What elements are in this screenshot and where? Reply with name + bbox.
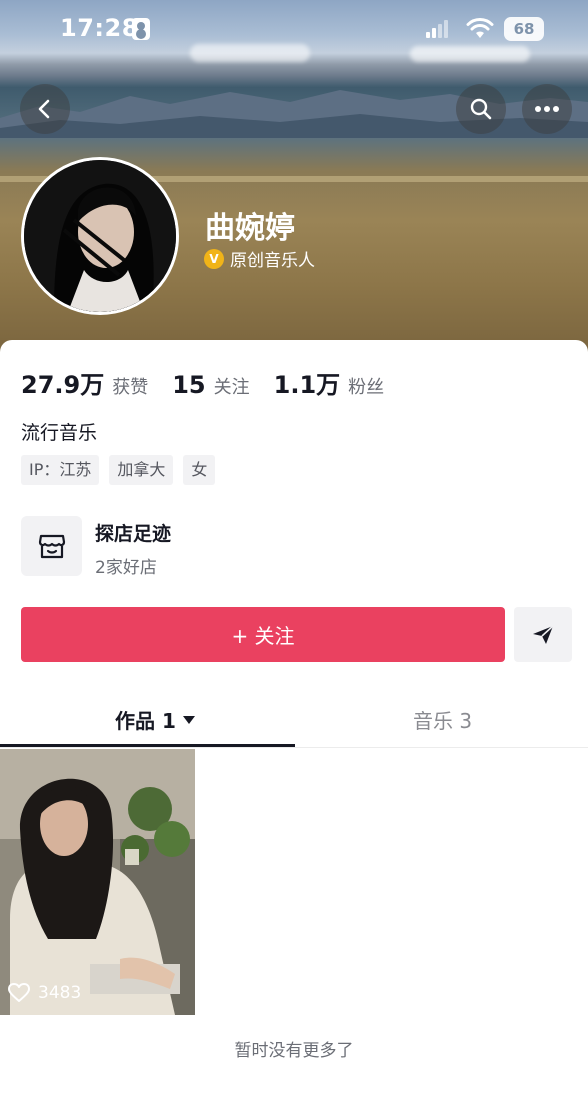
heart-icon (8, 983, 30, 1002)
avatar[interactable] (21, 157, 179, 315)
wifi-icon (466, 18, 494, 38)
status-bar: 17:28 68 (0, 0, 588, 56)
send-icon (533, 624, 554, 644)
likes-count: 27.9万 (21, 371, 105, 399)
video-likes-count: 3483 (38, 983, 82, 1003)
search-button[interactable] (456, 84, 506, 134)
verified-icon: V (204, 248, 224, 269)
more-button[interactable] (522, 84, 572, 134)
focus-icon (132, 18, 150, 40)
tag-ip: IP：江苏 (21, 455, 100, 485)
verified-label: V 原创音乐人 (204, 246, 315, 271)
status-time: 17:28 (60, 14, 139, 42)
video-thumbnail[interactable] (0, 749, 195, 1015)
signal-icon (426, 20, 450, 38)
tab-works-label: 作品 1 (115, 709, 176, 733)
caret-down-icon (182, 715, 195, 724)
tab-divider (0, 747, 588, 748)
more-icon (535, 106, 559, 112)
verified-text: 原创音乐人 (230, 251, 315, 271)
followers-count[interactable]: 1.1万 (274, 365, 341, 400)
profile-name: 曲婉婷 (205, 211, 295, 246)
tag-gender: 女 (183, 455, 216, 485)
tab-works[interactable]: 作品 1 (115, 705, 196, 734)
chevron-left-icon (38, 99, 50, 119)
store-subtitle: 2家好店 (95, 558, 157, 578)
video-likes: 3483 (8, 983, 81, 1003)
tag-list: IP：江苏 加拿大 女 (21, 455, 216, 485)
battery-indicator: 68 (504, 17, 544, 41)
store-title: 探店足迹 (95, 523, 172, 545)
tag-location: 加拿大 (109, 455, 174, 485)
no-more-text: 暂时没有更多了 (234, 1041, 354, 1061)
bio-text: 流行音乐 (21, 422, 98, 444)
stats-row: 27.9万 获赞 15 关注 1.1万 粉丝 (21, 365, 408, 400)
following-count[interactable]: 15 (172, 371, 205, 399)
following-label[interactable]: 关注 (214, 373, 250, 399)
message-button[interactable] (514, 607, 572, 662)
tab-music[interactable]: 音乐 3 (413, 705, 472, 734)
likes-label: 获赞 (112, 377, 149, 398)
back-button[interactable] (20, 84, 70, 134)
followers-label[interactable]: 粉丝 (348, 373, 384, 399)
follow-button[interactable]: + 关注 (21, 607, 505, 662)
store-visits-entry[interactable]: 探店足迹 2家好店 (21, 516, 321, 578)
search-icon (470, 98, 492, 120)
store-icon (21, 516, 82, 576)
